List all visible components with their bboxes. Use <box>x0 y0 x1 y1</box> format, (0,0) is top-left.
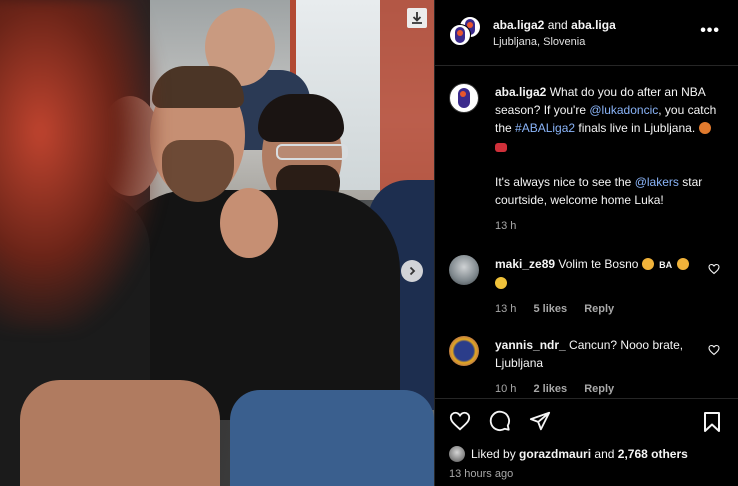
sparkle-emoji <box>641 258 654 270</box>
speaker-emoji <box>495 143 507 152</box>
share-button[interactable] <box>529 410 551 432</box>
liked-by-and: and <box>594 447 615 461</box>
likes-summary: Liked by gorazdmauri and 2,768 others <box>449 446 688 462</box>
caption-username[interactable]: aba.liga2 <box>495 85 546 99</box>
comment-username[interactable]: yannis_ndr_ <box>495 338 566 352</box>
foreground-red-blur <box>0 0 160 330</box>
download-icon[interactable] <box>407 8 427 28</box>
comment-button[interactable] <box>489 410 511 432</box>
commenter-avatar[interactable] <box>449 335 479 366</box>
authors-line: aba.liga2 and aba.liga <box>493 18 616 32</box>
next-photo-button[interactable] <box>401 260 423 282</box>
raised-hand <box>220 188 278 258</box>
comment-time: 13 h <box>495 302 517 315</box>
heart-icon[interactable] <box>708 263 720 275</box>
instagram-post-view: aba.liga2 and aba.liga Ljubljana, Sloven… <box>0 0 738 486</box>
comment-icon <box>489 410 510 431</box>
send-icon <box>529 411 551 430</box>
basketball-emoji <box>698 122 711 134</box>
jeans <box>230 390 434 486</box>
chevron-right-icon <box>409 266 416 276</box>
author-link-1[interactable]: aba.liga2 <box>493 18 544 32</box>
author-avatars[interactable] <box>449 15 483 50</box>
liked-by-user[interactable]: gorazdmauri <box>519 447 591 461</box>
avatar-aba-liga2 <box>449 23 471 46</box>
liker-avatar[interactable] <box>449 446 465 462</box>
comment: yannis_ndr_ Cancun? Nooo brate, Ljubljan… <box>449 335 724 397</box>
sparkle-emoji <box>677 258 690 270</box>
comments-scroll-area[interactable]: aba.liga2 What do you do after an NBA se… <box>435 67 738 397</box>
post-header: aba.liga2 and aba.liga Ljubljana, Sloven… <box>435 0 738 66</box>
liked-by-prefix: Liked by <box>471 447 516 461</box>
post-actions-bar <box>435 398 738 442</box>
more-options-icon[interactable]: ••• <box>700 23 720 39</box>
liked-by-others[interactable]: 2,768 others <box>618 447 688 461</box>
author-link-2[interactable]: aba.liga <box>571 18 616 32</box>
comment-time: 10 h <box>495 382 517 395</box>
reply-button[interactable]: Reply <box>584 303 614 315</box>
comment: maki_ze89 Volim te Bosno BA 13 h 5 likes… <box>449 255 724 318</box>
post-photo[interactable] <box>0 0 434 486</box>
foreground-arms <box>20 380 220 486</box>
curly-man-hair <box>258 94 344 142</box>
raised-hands-emoji <box>495 276 507 289</box>
caption: aba.liga2 What do you do after an NBA se… <box>449 83 724 235</box>
save-button[interactable] <box>702 411 722 436</box>
caption-text-4: It's always nice to see the <box>495 175 632 189</box>
caption-meta: 13 h <box>495 217 724 235</box>
caption-text-3: finals live in Ljubljana. <box>578 121 696 135</box>
main-man-hair <box>152 66 244 108</box>
reply-button[interactable]: Reply <box>584 383 614 395</box>
caption-time: 13 h <box>495 220 517 232</box>
mention-lakers[interactable]: @lakers <box>635 175 679 189</box>
heart-icon[interactable] <box>708 344 720 356</box>
comment-likes[interactable]: 5 likes <box>533 303 567 315</box>
location-link[interactable]: Ljubljana, Slovenia <box>493 36 616 48</box>
glasses <box>276 144 348 160</box>
like-button[interactable] <box>449 410 471 432</box>
mention-lukadoncic[interactable]: @lukadoncic <box>589 103 658 117</box>
heart-icon <box>449 411 471 430</box>
authors-joiner: and <box>547 17 568 32</box>
comment-username[interactable]: maki_ze89 <box>495 257 555 271</box>
bookmark-icon <box>704 412 720 432</box>
post-timestamp[interactable]: 13 hours ago <box>449 468 513 480</box>
commenter-avatar[interactable] <box>449 255 479 285</box>
flag-ba: BA <box>659 259 673 270</box>
hashtag-abaliga2[interactable]: #ABALiga2 <box>515 121 575 135</box>
caption-avatar[interactable] <box>449 83 479 113</box>
comment-likes[interactable]: 2 likes <box>533 383 567 395</box>
post-side-panel: aba.liga2 and aba.liga Ljubljana, Sloven… <box>434 0 738 486</box>
comment-meta: 10 h 2 likes Reply <box>495 380 724 397</box>
comment-text: Volim te Bosno <box>558 257 639 271</box>
comment-meta: 13 h 5 likes Reply <box>495 300 724 318</box>
